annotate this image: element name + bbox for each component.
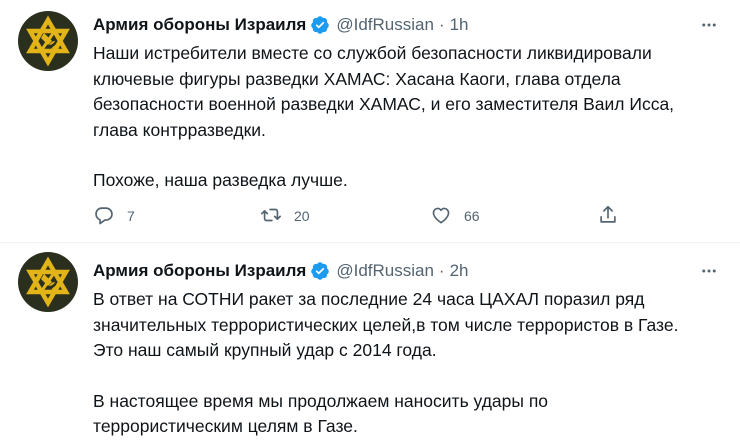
share-button[interactable] bbox=[597, 204, 619, 228]
text-line: ключевые фигуры разведки ХАМАС: Хасана К… bbox=[93, 68, 621, 89]
tweet[interactable]: Армия обороны Израиля @IdfRussian · 2h В… bbox=[0, 243, 740, 441]
more-dots-icon[interactable] bbox=[698, 14, 720, 36]
text-line: Похоже, наша разведка лучше. bbox=[93, 170, 348, 190]
tweet-text: В ответ на СОТНИ ракет за последние 24 ч… bbox=[93, 287, 723, 440]
tweet-paragraph: В настоящее время мы продолжаем наносить… bbox=[93, 389, 723, 440]
reply-icon bbox=[93, 204, 115, 229]
text-line: В настоящее время мы продолжаем наносить… bbox=[93, 390, 549, 411]
tweet-header: Армия обороны Израиля @IdfRussian · 1h bbox=[93, 13, 469, 37]
text-line: значительных террористических целей,в то… bbox=[93, 314, 679, 335]
author-handle[interactable]: @IdfRussian bbox=[336, 15, 434, 35]
author-name[interactable]: Армия обороны Израиля bbox=[93, 15, 306, 35]
text-line: Наши истребители вместе со службой безоп… bbox=[93, 43, 652, 63]
timestamp[interactable]: 1h bbox=[450, 15, 469, 35]
avatar[interactable] bbox=[18, 252, 78, 312]
avatar[interactable] bbox=[18, 11, 78, 71]
like-count: 66 bbox=[464, 208, 480, 224]
retweet-button[interactable]: 20 bbox=[260, 204, 310, 228]
author-handle[interactable]: @IdfRussian bbox=[336, 261, 434, 281]
text-line: террористическим целям в Газе. bbox=[93, 416, 358, 436]
verified-badge-icon bbox=[310, 261, 330, 281]
like-icon bbox=[430, 204, 452, 229]
retweet-icon bbox=[260, 204, 282, 229]
share-icon bbox=[597, 204, 619, 229]
more-dots-icon[interactable] bbox=[698, 260, 720, 282]
separator-dot: · bbox=[438, 261, 445, 280]
reply-button[interactable]: 7 bbox=[93, 204, 135, 228]
text-line: Это наш самый крупный удар с 2014 года. bbox=[93, 340, 437, 360]
idf-emblem-icon bbox=[26, 15, 70, 67]
tweet-actions: 7 20 66 bbox=[93, 204, 633, 228]
tweet[interactable]: Армия обороны Израиля @IdfRussian · 1h Н… bbox=[0, 0, 740, 242]
timestamp[interactable]: 2h bbox=[450, 261, 469, 281]
verified-badge-icon bbox=[310, 15, 330, 35]
tweet-paragraph: Наши истребители вместе со службой безоп… bbox=[93, 41, 723, 143]
text-line: безопасности военной разведки ХАМАС, и е… bbox=[93, 94, 675, 114]
like-button[interactable]: 66 bbox=[430, 204, 480, 228]
separator-dot: · bbox=[438, 15, 445, 34]
retweet-count: 20 bbox=[294, 208, 310, 224]
text-line: В ответ на СОТНИ ракет за последние 24 ч… bbox=[93, 289, 645, 309]
text-line: глава контрразведки. bbox=[93, 119, 266, 140]
tweet-paragraph: В ответ на СОТНИ ракет за последние 24 ч… bbox=[93, 287, 723, 364]
tweet-header: Армия обороны Израиля @IdfRussian · 2h bbox=[93, 259, 469, 283]
tweet-paragraph: Похоже, наша разведка лучше. bbox=[93, 168, 723, 194]
reply-count: 7 bbox=[127, 208, 135, 224]
idf-emblem-icon bbox=[26, 256, 70, 308]
tweet-text: Наши истребители вместе со службой безоп… bbox=[93, 41, 723, 194]
author-name[interactable]: Армия обороны Израиля bbox=[93, 261, 306, 281]
timeline: Армия обороны Израиля @IdfRussian · 1h Н… bbox=[0, 0, 740, 441]
